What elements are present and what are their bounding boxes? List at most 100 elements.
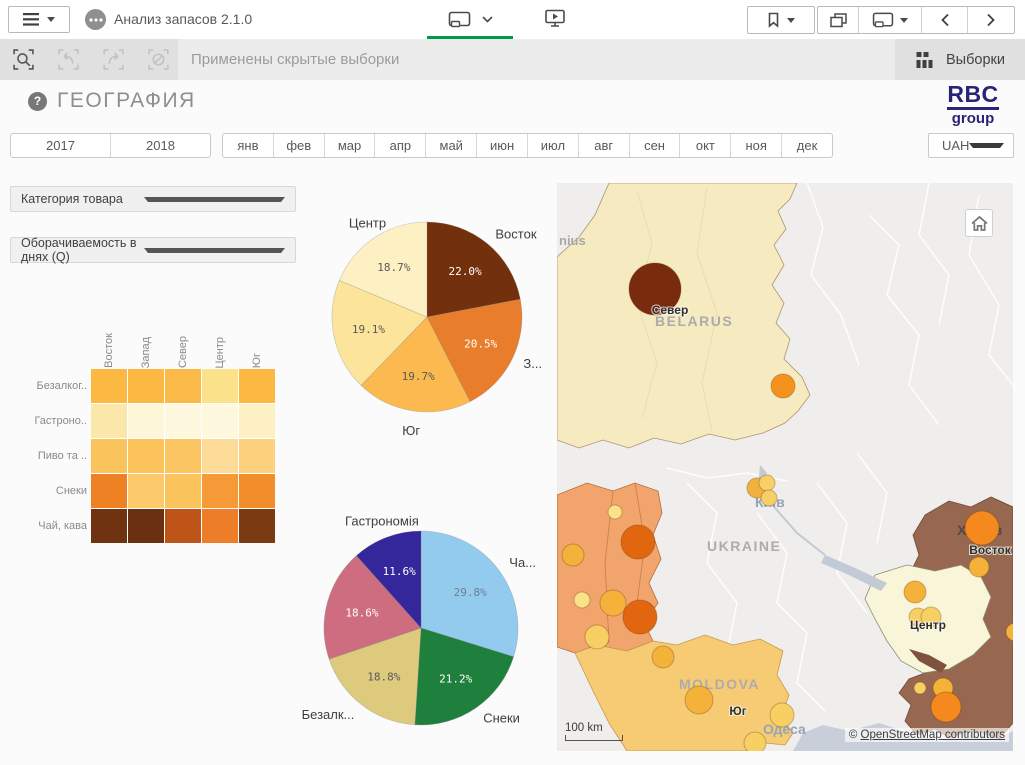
heatmap-row-label: Чай, кава: [10, 508, 87, 543]
month-filter-group: янвфевмарапрмайиюниюлавгсеноктноядек: [222, 133, 833, 158]
pie-slice-percent: 21.2%: [439, 672, 472, 685]
month-filter-фев[interactable]: фев: [274, 134, 325, 157]
map-bubble-11[interactable]: [585, 625, 609, 649]
chevron-down-icon: [144, 248, 285, 253]
measure-dropdown[interactable]: Оборачиваемость в днях (Q): [10, 237, 296, 263]
map-bubble-12[interactable]: [652, 646, 674, 668]
month-filter-мар[interactable]: мар: [325, 134, 376, 157]
heatmap-cell-r4-c1[interactable]: [128, 509, 164, 543]
sheet-list-button[interactable]: [859, 7, 922, 33]
month-filter-апр[interactable]: апр: [375, 134, 426, 157]
selections-tool-button[interactable]: Выборки: [895, 39, 1025, 80]
heatmap-cell-r4-c4[interactable]: [239, 509, 275, 543]
heatmap-cell-r4-c2[interactable]: [165, 509, 201, 543]
selections-back-icon[interactable]: [57, 48, 80, 71]
selection-bar: Применены скрытые выборки Выборки: [0, 39, 1025, 80]
heatmap-cell-r2-c3[interactable]: [202, 439, 238, 473]
heatmap-cell-r0-c4[interactable]: [239, 369, 275, 403]
previous-sheet-button[interactable]: [922, 7, 968, 33]
currency-select[interactable]: UAH: [928, 133, 1014, 158]
heatmap-cell-r1-c2[interactable]: [165, 404, 201, 438]
map-bubble-14[interactable]: [770, 703, 794, 727]
heatmap-col-label-text: Центр: [214, 337, 226, 369]
heatmap-cell-r0-c0[interactable]: [91, 369, 127, 403]
heatmap-cell-r3-c0[interactable]: [91, 474, 127, 508]
heatmap-row-label: Безалког..: [10, 369, 87, 404]
chevron-down-icon: [47, 17, 55, 22]
heatmap-cell-r4-c0[interactable]: [91, 509, 127, 543]
year-filter-2018[interactable]: 2018: [111, 134, 210, 157]
pie-slice-label: Ча...: [509, 555, 536, 570]
map-bubble-1[interactable]: [771, 374, 795, 398]
map-bubble-15[interactable]: [744, 732, 766, 751]
month-filter-окт[interactable]: окт: [680, 134, 731, 157]
map-bubble-10[interactable]: [623, 600, 657, 634]
selections-label: Выборки: [946, 52, 1005, 68]
month-filter-июн[interactable]: июн: [477, 134, 528, 157]
map-bubble-7[interactable]: [562, 544, 584, 566]
story-mode-button[interactable]: [544, 9, 566, 33]
heatmap-cell-r2-c4[interactable]: [239, 439, 275, 473]
heatmap-cell-r0-c1[interactable]: [128, 369, 164, 403]
selection-message: Применены скрытые выборки: [178, 39, 895, 80]
heatmap-cell-r1-c4[interactable]: [239, 404, 275, 438]
map-bubble-24[interactable]: [931, 692, 961, 722]
help-icon[interactable]: ?: [28, 92, 47, 111]
heatmap-cell-r1-c3[interactable]: [202, 404, 238, 438]
map-bubble-3[interactable]: [759, 475, 775, 491]
sheet-selector-button[interactable]: [448, 6, 493, 33]
month-filter-дек[interactable]: дек: [782, 134, 832, 157]
map-bubble-17[interactable]: [969, 557, 989, 577]
heatmap-cell-r3-c3[interactable]: [202, 474, 238, 508]
bookmarks-button[interactable]: [747, 6, 815, 34]
pie-slice-percent: 11.6%: [383, 565, 416, 578]
app-icon: [85, 9, 106, 30]
heatmap-cell-r2-c1[interactable]: [128, 439, 164, 473]
year-filter-group: 20172018: [10, 133, 211, 158]
heatmap-cell-r1-c0[interactable]: [91, 404, 127, 438]
heatmap-cell-r3-c1[interactable]: [128, 474, 164, 508]
map-bubble-8[interactable]: [574, 592, 590, 608]
heatmap-cell-r1-c1[interactable]: [128, 404, 164, 438]
next-sheet-button[interactable]: [968, 7, 1014, 33]
region-map[interactable]: niusBELARUSUKRAINEMOLDOVAКиївХарківОдеса…: [557, 183, 1013, 751]
heatmap-cell-r2-c0[interactable]: [91, 439, 127, 473]
month-filter-янв[interactable]: янв: [223, 134, 274, 157]
month-filter-май[interactable]: май: [426, 134, 477, 157]
map-home-button[interactable]: [965, 209, 993, 237]
heatmap-cell-r2-c2[interactable]: [165, 439, 201, 473]
smart-search-icon[interactable]: [12, 48, 35, 71]
heatmap-col-label-text: Запад: [140, 337, 152, 368]
attribution-link[interactable]: OpenStreetMap contributors: [861, 729, 1005, 741]
heatmap-cell-r4-c3[interactable]: [202, 509, 238, 543]
month-filter-авг[interactable]: авг: [579, 134, 630, 157]
map-bubble-22[interactable]: [914, 682, 926, 694]
heatmap-cell-r0-c2[interactable]: [165, 369, 201, 403]
map-bubble-18[interactable]: [904, 581, 926, 603]
selection-toolbar: [0, 39, 178, 80]
month-filter-июл[interactable]: июл: [528, 134, 579, 157]
pie-chart-regions: 22.0%Восток20.5%З...19.7%Юг19.1%18.7%Цен…: [305, 200, 555, 450]
map-bubble-16[interactable]: [965, 511, 999, 545]
map-bubble-4[interactable]: [761, 490, 777, 506]
map-bubble-label-Центр: Центр: [910, 618, 946, 632]
global-menu-button[interactable]: [8, 6, 70, 33]
map-bubble-6[interactable]: [621, 525, 655, 559]
duplicate-sheet-button[interactable]: [818, 7, 859, 33]
heatmap-col-label-text: Север: [177, 336, 189, 368]
heatmap-col-label: Север: [165, 322, 202, 368]
heatmap-cell-r3-c4[interactable]: [239, 474, 275, 508]
category-dropdown[interactable]: Категория товара: [10, 186, 296, 212]
map-bubble-5[interactable]: [608, 505, 622, 519]
selections-forward-icon[interactable]: [102, 48, 125, 71]
heatmap-cell-r0-c3[interactable]: [202, 369, 238, 403]
sheet-nav-group: [817, 6, 1015, 34]
month-filter-ноя[interactable]: ноя: [731, 134, 782, 157]
year-filter-2017[interactable]: 2017: [11, 134, 111, 157]
heatmap-cell-r3-c2[interactable]: [165, 474, 201, 508]
map-canvas: niusBELARUSUKRAINEMOLDOVAКиївХарківОдеса…: [557, 183, 1013, 751]
month-filter-сен[interactable]: сен: [630, 134, 681, 157]
map-bubble-13[interactable]: [685, 686, 713, 714]
clear-selections-icon[interactable]: [147, 48, 170, 71]
map-bubble-9[interactable]: [600, 590, 626, 616]
